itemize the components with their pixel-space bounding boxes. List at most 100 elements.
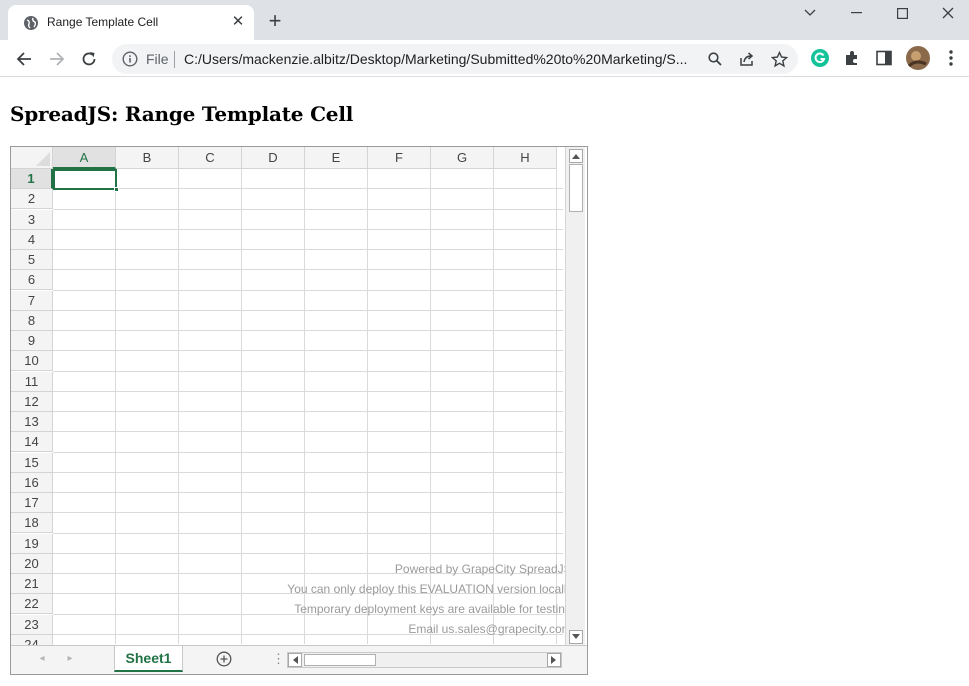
tab-splitter-handle[interactable]: ⋮ — [272, 651, 285, 667]
watermark-line: Powered by GrapeCity SpreadJS. — [394, 562, 575, 576]
horizontal-scrollbar[interactable] — [287, 652, 562, 668]
column-header-g[interactable]: G — [431, 147, 494, 169]
grid-row-line — [53, 492, 563, 493]
back-arrow-icon[interactable] — [13, 48, 35, 70]
minimize-button[interactable] — [833, 0, 879, 26]
maximize-button[interactable] — [879, 0, 925, 26]
fill-handle[interactable] — [114, 187, 119, 192]
star-bookmark-icon[interactable] — [770, 50, 788, 68]
grammarly-icon[interactable] — [810, 48, 830, 68]
select-all-corner[interactable] — [11, 147, 53, 169]
address-bar[interactable]: File C:/Users/mackenzie.albitz/Desktop/M… — [112, 44, 798, 74]
globe-icon — [24, 16, 38, 30]
watermark-line: Email us.sales@grapecity.com. — [408, 622, 575, 636]
browser-titlebar: Range Template Cell ✕ + — [0, 0, 969, 40]
previous-sheet-icon[interactable]: ◂ — [35, 652, 49, 666]
grid-column-line — [115, 169, 116, 644]
forward-arrow-icon[interactable] — [46, 48, 68, 70]
share-icon[interactable] — [738, 50, 756, 68]
new-tab-button[interactable]: + — [265, 10, 285, 32]
next-sheet-icon[interactable]: ▸ — [63, 652, 77, 666]
column-header-h[interactable]: H — [494, 147, 557, 169]
row-header-13[interactable]: 13 — [11, 412, 53, 432]
info-icon[interactable] — [122, 51, 138, 67]
row-header-7[interactable]: 7 — [11, 290, 53, 311]
row-header-6[interactable]: 6 — [11, 270, 53, 291]
sheet-tab-sheet1[interactable]: Sheet1 — [114, 646, 183, 672]
reload-icon[interactable] — [78, 48, 100, 70]
add-sheet-icon[interactable] — [216, 651, 232, 667]
row-header-1[interactable]: 1 — [11, 169, 53, 189]
extensions-puzzle-icon[interactable] — [842, 48, 862, 68]
watermark-line: Temporary deployment keys are available … — [294, 602, 575, 616]
row-header-15[interactable]: 15 — [11, 452, 53, 473]
grid-row-line — [53, 249, 563, 250]
grid-row-line — [53, 512, 563, 514]
row-header-11[interactable]: 11 — [11, 371, 53, 392]
row-header-9[interactable]: 9 — [11, 331, 53, 351]
watermark-line: You can only deploy this EVALUATION vers… — [287, 582, 575, 596]
grid-row-line — [53, 411, 563, 412]
horizontal-scroll-thumb[interactable] — [304, 654, 376, 666]
grid-row-line — [53, 350, 563, 352]
row-header-2[interactable]: 2 — [11, 189, 53, 210]
column-header-c[interactable]: C — [179, 147, 242, 169]
row-header-18[interactable]: 18 — [11, 513, 53, 534]
browser-toolbar: File C:/Users/mackenzie.albitz/Desktop/M… — [0, 40, 969, 77]
grid-row-line — [53, 208, 563, 210]
row-header-8[interactable]: 8 — [11, 310, 53, 331]
grid-row-line — [53, 330, 563, 331]
row-header-23[interactable]: 23 — [11, 614, 53, 635]
row-header-17[interactable]: 17 — [11, 493, 53, 513]
grid-row-line — [53, 188, 563, 190]
grid-row-line — [53, 532, 563, 534]
tab-close-icon[interactable]: ✕ — [230, 14, 246, 30]
url-text[interactable]: C:/Users/mackenzie.albitz/Desktop/Market… — [184, 51, 698, 67]
vertical-scrollbar[interactable] — [565, 147, 585, 646]
row-header-22[interactable]: 22 — [11, 594, 53, 615]
grid-row-line — [53, 228, 563, 230]
grid-row-line — [53, 289, 563, 291]
tab-search-icon[interactable] — [787, 0, 833, 26]
address-divider — [174, 51, 175, 68]
spreadsheet-widget[interactable]: ABCDEFGH 1 2 3 4 5 6 7 8 9 10 11 12 13 14 15 16 17 18 19 20… — [10, 146, 588, 675]
grid-row-line — [53, 552, 563, 554]
grid-row-line — [53, 390, 563, 392]
scroll-left-icon[interactable] — [288, 653, 302, 667]
sheet-tab-strip: ◂ ▸ Sheet1 ⋮ — [11, 645, 587, 674]
column-header-f[interactable]: F — [368, 147, 431, 169]
profile-avatar[interactable] — [906, 46, 930, 70]
kebab-menu-icon[interactable] — [941, 48, 961, 68]
row-header-12[interactable]: 12 — [11, 391, 53, 412]
side-panel-icon[interactable] — [874, 48, 894, 68]
row-header-5[interactable]: 5 — [11, 250, 53, 270]
row-header-20[interactable]: 20 — [11, 553, 53, 574]
column-header-b[interactable]: B — [116, 147, 179, 169]
browser-tab[interactable]: Range Template Cell ✕ — [8, 5, 254, 40]
column-header-e[interactable]: E — [305, 147, 368, 169]
scroll-right-icon[interactable] — [547, 653, 561, 667]
row-header-21[interactable]: 21 — [11, 574, 53, 594]
row-header-10[interactable]: 10 — [11, 351, 53, 372]
grid-row-line — [53, 269, 563, 271]
active-cell-a1[interactable] — [53, 169, 117, 190]
grid-row-line — [53, 431, 563, 433]
row-header-16[interactable]: 16 — [11, 472, 53, 493]
column-header-a[interactable]: A — [53, 147, 116, 169]
vertical-scroll-thumb[interactable] — [569, 164, 583, 212]
row-header-3[interactable]: 3 — [11, 209, 53, 230]
scroll-up-icon[interactable] — [569, 149, 583, 163]
grid-row-line — [53, 309, 563, 311]
tab-title: Range Template Cell — [47, 15, 159, 29]
close-window-button[interactable] — [925, 0, 969, 26]
grid-row-line — [53, 370, 563, 372]
row-header-19[interactable]: 19 — [11, 533, 53, 554]
grid-row-line — [53, 471, 563, 473]
zoom-search-icon[interactable] — [706, 50, 724, 68]
grid-row-line — [53, 451, 563, 453]
file-label: File — [146, 51, 169, 67]
scroll-down-icon[interactable] — [569, 630, 583, 644]
row-header-14[interactable]: 14 — [11, 432, 53, 453]
row-header-4[interactable]: 4 — [11, 229, 53, 250]
column-header-d[interactable]: D — [242, 147, 305, 169]
